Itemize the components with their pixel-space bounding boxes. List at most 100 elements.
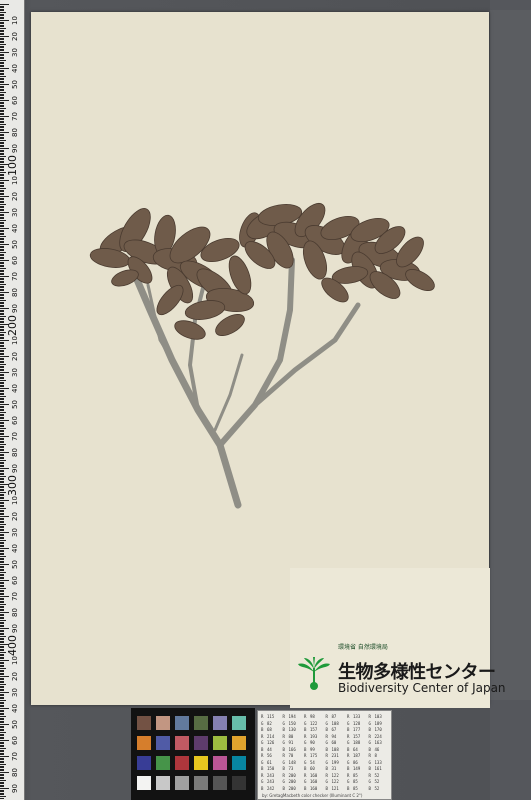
ruler-major-label: 300 (6, 475, 19, 496)
ruler-minor-label: 10 (11, 336, 19, 345)
table-cell: R (304, 733, 307, 739)
table-cell: R (347, 714, 350, 719)
table-cell: 73 (288, 766, 294, 771)
table-cell: R (347, 753, 350, 758)
table-cell: 108 (331, 746, 339, 752)
ruler-minor-label: 30 (11, 528, 19, 537)
ruler-minor-label: 10 (11, 496, 19, 505)
table-cell: 52 (374, 772, 380, 778)
table-cell: G (261, 720, 264, 726)
table-cell: 122 (331, 772, 339, 778)
table-cell: 91 (288, 740, 294, 745)
ruler-minor-label: 20 (11, 352, 19, 361)
table-cell: 188 (353, 740, 361, 745)
table-cell: 44 (267, 746, 272, 752)
table-cell: 160 (310, 772, 318, 778)
table-cell: 61 (267, 759, 272, 765)
table-cell: B (347, 785, 350, 791)
table-cell: G (304, 779, 307, 784)
table-cell: 170 (374, 727, 382, 732)
table-cell: 160 (310, 779, 318, 784)
table-cell: 231 (331, 753, 339, 758)
table-cell: B (368, 766, 371, 771)
color-patch (137, 756, 151, 770)
ruler-minor-label: 50 (11, 400, 19, 409)
table-cell: B (347, 727, 350, 732)
table-cell: G (261, 779, 264, 784)
table-cell: R (261, 733, 264, 739)
color-patch (175, 716, 189, 730)
ruler-minor-label: 30 (11, 688, 19, 697)
ruler-minor-label: 60 (11, 736, 19, 745)
table-cell: B (261, 746, 264, 752)
table-cell: 122 (310, 720, 318, 726)
ruler-minor-label: 50 (11, 560, 19, 569)
table-cell: R (261, 753, 264, 758)
table-cell: 189 (374, 720, 382, 726)
table-cell: B (368, 746, 371, 752)
ruler-minor-label: 70 (11, 592, 19, 601)
ruler-minor-label: 50 (11, 240, 19, 249)
table-cell: R (325, 714, 328, 719)
table-cell: B (304, 785, 307, 791)
ruler-minor-label: 50 (11, 80, 19, 89)
table-cell: R (347, 772, 350, 778)
color-patch (232, 776, 246, 790)
ruler-major-label: 200 (6, 315, 19, 336)
table-cell: G (347, 759, 350, 765)
ruler-minor-label: 10 (11, 16, 19, 25)
ruler-minor-label: 70 (11, 752, 19, 761)
table-cell: 177 (353, 727, 361, 732)
table-cell: 121 (331, 785, 339, 791)
ruler-minor-label: 40 (11, 64, 19, 73)
table-cell: R (325, 772, 328, 778)
ruler-minor-label: 40 (11, 704, 19, 713)
table-cell: G (325, 720, 328, 726)
ministry-label: 環境省 自然環境局 (338, 644, 388, 651)
table-cell: 52 (374, 785, 380, 791)
color-patch (213, 776, 227, 790)
table-cell: 98 (310, 714, 315, 719)
table-cell: 67 (331, 727, 337, 732)
table-cell: R (282, 753, 285, 758)
table-cell: 133 (353, 714, 361, 719)
table-cell: G (282, 779, 285, 784)
color-patch (232, 716, 246, 730)
color-patch (194, 736, 208, 750)
table-cell: B (282, 727, 285, 732)
color-patch (175, 736, 189, 750)
table-cell: R (368, 753, 371, 758)
table-cell: B (347, 746, 350, 752)
ruler-minor-label: 60 (11, 576, 19, 585)
ruler-minor-label: 40 (11, 384, 19, 393)
ruler-minor-label: 10 (11, 656, 19, 665)
table-cell: 86 (353, 759, 358, 765)
table-cell: R (261, 714, 264, 719)
table-cell: 150 (288, 720, 296, 726)
table-cell: 52 (374, 779, 380, 784)
ruler-minor-label: 20 (11, 512, 19, 521)
color-patch (137, 776, 151, 790)
scanner-edge (490, 0, 531, 800)
institution-name-en: Biodiversity Center of Japan (338, 681, 506, 695)
ruler-minor-label: 90 (11, 784, 19, 793)
ruler-minor-label: 50 (11, 720, 19, 729)
table-cell: 193 (310, 733, 318, 739)
ruler-minor-label: 80 (11, 608, 19, 617)
color-patch (175, 776, 189, 790)
ruler-tick (0, 797, 4, 799)
table-cell: G (325, 779, 328, 784)
table-cell: B (347, 766, 350, 771)
table-cell: G (304, 759, 307, 765)
ruler-minor-label: 60 (11, 416, 19, 425)
table-cell: G (282, 720, 285, 726)
table-cell: 60 (310, 766, 315, 771)
table-cell: 243 (267, 772, 275, 778)
ruler-minor-label: 80 (11, 768, 19, 777)
table-cell: G (347, 720, 350, 726)
color-patch (156, 736, 170, 750)
ruler-minor-label: 80 (11, 128, 19, 137)
table-cell: 128 (353, 720, 361, 726)
table-cell: 46 (374, 746, 380, 752)
color-patch (213, 756, 227, 770)
